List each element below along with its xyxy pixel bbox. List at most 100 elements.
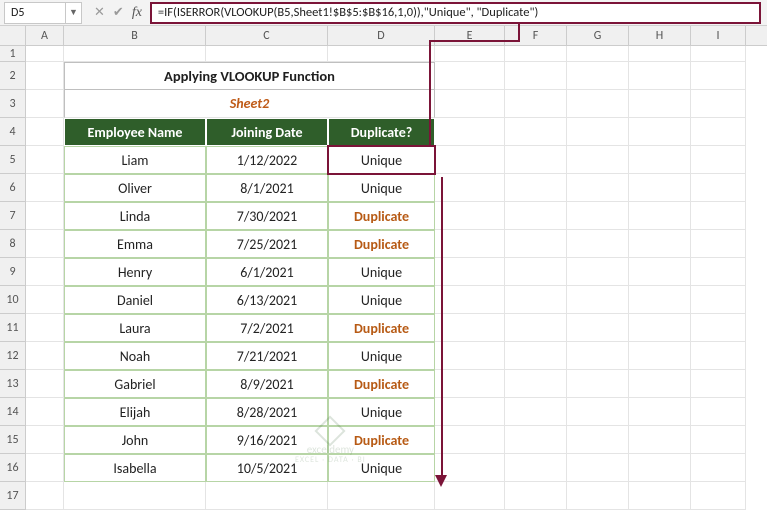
cell-A8[interactable] — [26, 230, 64, 258]
cell[interactable] — [435, 398, 505, 426]
cell-A13[interactable] — [26, 370, 64, 398]
cell-A3[interactable] — [26, 90, 64, 118]
cell[interactable] — [629, 202, 691, 230]
cell[interactable] — [505, 286, 567, 314]
cell-name-16[interactable]: Isabella — [64, 454, 206, 482]
row-header-14[interactable]: 14 — [0, 398, 26, 426]
cell-dup-13[interactable]: Duplicate — [328, 370, 435, 398]
header-date[interactable]: Joining Date — [206, 118, 328, 146]
cell[interactable] — [629, 286, 691, 314]
cell[interactable] — [629, 230, 691, 258]
cell[interactable] — [435, 342, 505, 370]
cell[interactable] — [435, 202, 505, 230]
row-header-4[interactable]: 4 — [0, 118, 26, 146]
cell-name-6[interactable]: Oliver — [64, 174, 206, 202]
row-header-8[interactable]: 8 — [0, 230, 26, 258]
cell[interactable] — [691, 90, 746, 118]
row-header-16[interactable]: 16 — [0, 454, 26, 482]
cell-A4[interactable] — [26, 118, 64, 146]
cell-date-11[interactable]: 7/2/2021 — [206, 314, 328, 342]
cell[interactable] — [505, 342, 567, 370]
row-header-12[interactable]: 12 — [0, 342, 26, 370]
cell-date-16[interactable]: 10/5/2021 — [206, 454, 328, 482]
col-header-H[interactable]: H — [629, 26, 691, 45]
cell[interactable] — [629, 342, 691, 370]
cell[interactable] — [629, 398, 691, 426]
cell-dup-12[interactable]: Unique — [328, 342, 435, 370]
cell[interactable] — [691, 146, 746, 174]
cell[interactable] — [691, 426, 746, 454]
col-header-B[interactable]: B — [64, 26, 206, 45]
cell-A15[interactable] — [26, 426, 64, 454]
accept-icon[interactable]: ✔ — [113, 5, 124, 21]
cell-name-10[interactable]: Daniel — [64, 286, 206, 314]
cell[interactable] — [629, 482, 691, 510]
cell[interactable] — [629, 370, 691, 398]
cell[interactable] — [567, 398, 629, 426]
cell[interactable] — [691, 342, 746, 370]
cell-dup-6[interactable]: Unique — [328, 174, 435, 202]
cell[interactable] — [629, 454, 691, 482]
cell-name-8[interactable]: Emma — [64, 230, 206, 258]
cell[interactable] — [691, 398, 746, 426]
cell[interactable] — [435, 62, 505, 90]
cell[interactable] — [691, 314, 746, 342]
cell-dup-14[interactable]: Unique — [328, 398, 435, 426]
cell[interactable] — [435, 286, 505, 314]
cell-name-14[interactable]: Elijah — [64, 398, 206, 426]
cell[interactable] — [505, 258, 567, 286]
cell-A14[interactable] — [26, 398, 64, 426]
cell[interactable] — [435, 90, 505, 118]
row-header-6[interactable]: 6 — [0, 174, 26, 202]
cell-name-12[interactable]: Noah — [64, 342, 206, 370]
cell[interactable] — [435, 230, 505, 258]
cell[interactable] — [505, 202, 567, 230]
cell-date-5[interactable]: 1/12/2022 — [206, 146, 328, 174]
cell[interactable] — [505, 454, 567, 482]
cell-date-10[interactable]: 6/13/2021 — [206, 286, 328, 314]
cell-dup-16[interactable]: Unique — [328, 454, 435, 482]
cell[interactable] — [567, 202, 629, 230]
cell[interactable] — [328, 46, 435, 62]
cell[interactable] — [629, 90, 691, 118]
cell[interactable] — [567, 174, 629, 202]
cell-A11[interactable] — [26, 314, 64, 342]
cell[interactable] — [567, 90, 629, 118]
cell[interactable] — [629, 174, 691, 202]
cell[interactable] — [567, 342, 629, 370]
cell-A2[interactable] — [26, 62, 64, 90]
cell[interactable] — [691, 202, 746, 230]
cell[interactable] — [567, 286, 629, 314]
cell[interactable] — [629, 118, 691, 146]
cell[interactable] — [435, 426, 505, 454]
cell-dup-7[interactable]: Duplicate — [328, 202, 435, 230]
cell[interactable] — [691, 286, 746, 314]
cell[interactable] — [691, 62, 746, 90]
cell-dup-5[interactable]: Unique — [328, 146, 435, 174]
cell-date-12[interactable]: 7/21/2021 — [206, 342, 328, 370]
cell-name-9[interactable]: Henry — [64, 258, 206, 286]
cell[interactable] — [567, 314, 629, 342]
cell-A6[interactable] — [26, 174, 64, 202]
cell[interactable] — [691, 258, 746, 286]
cell[interactable] — [629, 258, 691, 286]
cell[interactable] — [435, 370, 505, 398]
cancel-icon[interactable]: ✕ — [94, 5, 105, 21]
cell-A10[interactable] — [26, 286, 64, 314]
cell[interactable] — [691, 482, 746, 510]
cell[interactable] — [505, 90, 567, 118]
cell[interactable] — [691, 174, 746, 202]
cell[interactable] — [505, 398, 567, 426]
cell-date-14[interactable]: 8/28/2021 — [206, 398, 328, 426]
cell[interactable] — [567, 118, 629, 146]
chevron-down-icon[interactable]: ▼ — [65, 3, 81, 23]
select-all-corner[interactable] — [0, 26, 26, 46]
sheet-label-cell[interactable]: Sheet2 — [64, 90, 435, 118]
cell[interactable] — [691, 46, 746, 62]
cell-dup-8[interactable]: Duplicate — [328, 230, 435, 258]
cell-dup-9[interactable]: Unique — [328, 258, 435, 286]
row-header-2[interactable]: 2 — [0, 62, 26, 90]
cell-name-7[interactable]: Linda — [64, 202, 206, 230]
cell-date-9[interactable]: 6/1/2021 — [206, 258, 328, 286]
cell[interactable] — [629, 314, 691, 342]
